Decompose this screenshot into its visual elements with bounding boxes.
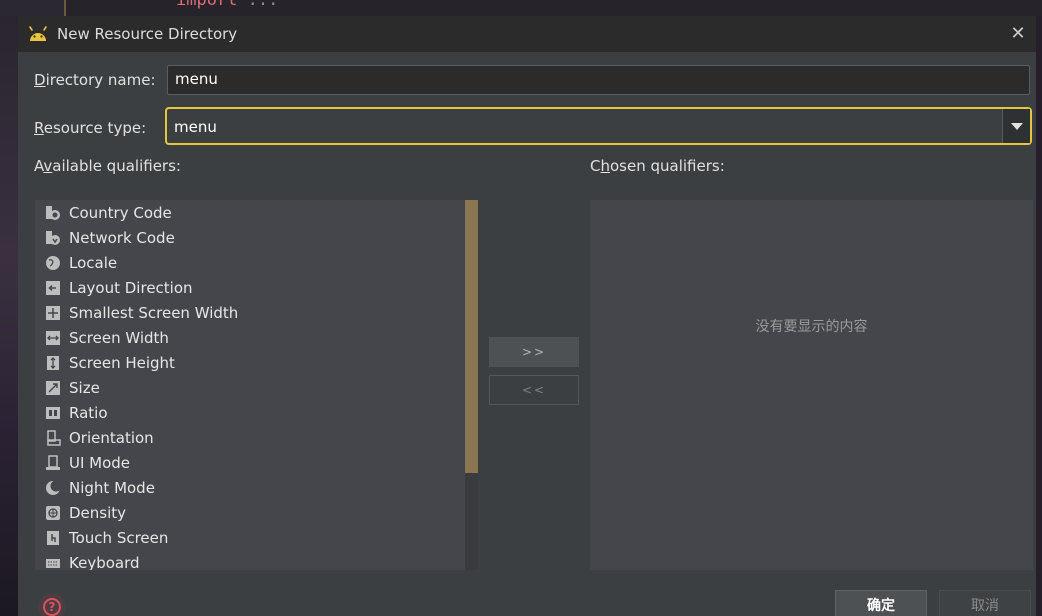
cancel-button[interactable]: 取消 — [939, 590, 1031, 616]
remove-qualifier-button[interactable]: << — [489, 375, 579, 405]
list-item[interactable]: Keyboard — [35, 550, 478, 570]
resource-type-label: Resource type: — [34, 119, 147, 137]
list-item[interactable]: Smallest Screen Width — [35, 300, 478, 325]
list-item[interactable]: Screen Width — [35, 325, 478, 350]
android-icon — [28, 25, 48, 43]
qualifier-label: Keyboard — [69, 553, 140, 571]
dialog-titlebar[interactable]: New Resource Directory ✕ — [18, 16, 1036, 52]
qualifier-label: Touch Screen — [69, 528, 169, 547]
dialog-body: Directory name: menu Resource type: menu… — [18, 52, 1036, 616]
list-item[interactable]: Network Code — [35, 225, 478, 250]
network-code-icon — [45, 230, 61, 246]
chosen-qualifiers-list[interactable]: 没有要显示的内容 — [590, 200, 1033, 570]
list-item[interactable]: Locale — [35, 250, 478, 275]
qualifier-label: Locale — [69, 253, 118, 272]
list-item[interactable]: Touch Screen — [35, 525, 478, 550]
empty-list-message: 没有要显示的内容 — [755, 319, 868, 335]
available-qualifiers-label: Available qualifiers: — [34, 157, 181, 175]
chosen-qualifiers-label: Chosen qualifiers: — [590, 157, 725, 175]
list-item[interactable]: Ratio — [35, 400, 478, 425]
qualifier-label: Country Code — [69, 203, 172, 222]
dropdown-arrow-icon[interactable] — [1002, 109, 1030, 143]
ratio-icon — [45, 405, 61, 421]
night-mode-icon — [45, 480, 61, 496]
resource-type-value: menu — [174, 118, 217, 136]
directory-name-label: Directory name: — [34, 71, 156, 89]
list-item[interactable]: Layout Direction — [35, 275, 478, 300]
qualifier-label: Layout Direction — [69, 278, 193, 297]
screen-width-icon — [45, 330, 61, 346]
layout-direction-icon — [45, 280, 61, 296]
list-item[interactable]: Density — [35, 500, 478, 525]
dialog-title: New Resource Directory — [57, 25, 238, 43]
list-item[interactable]: Night Mode — [35, 475, 478, 500]
available-qualifiers-list[interactable]: Country Code Network Code Locale Layout … — [35, 200, 478, 570]
background-right-strip — [1036, 16, 1042, 616]
country-code-icon — [45, 205, 61, 221]
qualifier-label: Screen Height — [69, 353, 175, 372]
qualifier-label: UI Mode — [69, 453, 131, 472]
orientation-icon — [45, 429, 61, 446]
list-item[interactable]: Size — [35, 375, 478, 400]
qualifier-label: Smallest Screen Width — [69, 303, 239, 322]
qualifier-label: Size — [69, 378, 100, 397]
directory-name-input[interactable]: menu — [167, 65, 1030, 95]
list-item[interactable]: UI Mode — [35, 450, 478, 475]
editor-gutter — [0, 0, 66, 16]
qualifier-label: Orientation — [69, 428, 154, 447]
qualifier-label: Screen Width — [69, 328, 169, 347]
help-button[interactable]: ? — [38, 593, 66, 616]
density-icon — [45, 505, 61, 521]
qualifier-label: Density — [69, 503, 127, 522]
qualifier-label: Ratio — [69, 403, 108, 422]
size-icon — [45, 380, 61, 396]
list-item[interactable]: Screen Height — [35, 350, 478, 375]
globe-icon — [45, 255, 61, 271]
resource-type-dropdown[interactable]: menu — [165, 107, 1032, 145]
editor-code-line: import ... — [176, 0, 279, 10]
qualifier-label: Network Code — [69, 228, 175, 247]
screen-height-icon — [45, 355, 61, 371]
help-icon: ? — [43, 598, 61, 616]
add-qualifier-button[interactable]: >> — [489, 337, 579, 367]
list-item[interactable]: Orientation — [35, 425, 478, 450]
scrollbar-thumb[interactable] — [465, 200, 478, 473]
new-resource-directory-dialog: New Resource Directory ✕ Directory name:… — [18, 16, 1036, 616]
ui-mode-icon — [45, 454, 61, 471]
background-editor: import ... — [0, 0, 1042, 16]
ok-button[interactable]: 确定 — [835, 590, 927, 616]
background-left-strip — [0, 16, 18, 616]
close-button[interactable]: ✕ — [1006, 22, 1030, 46]
qualifiers-scrollbar[interactable] — [465, 200, 478, 570]
list-item[interactable]: Country Code — [35, 200, 478, 225]
touch-screen-icon — [45, 530, 61, 546]
qualifier-label: Night Mode — [69, 478, 155, 497]
keyboard-icon — [45, 555, 61, 571]
smallest-width-icon — [45, 305, 61, 321]
